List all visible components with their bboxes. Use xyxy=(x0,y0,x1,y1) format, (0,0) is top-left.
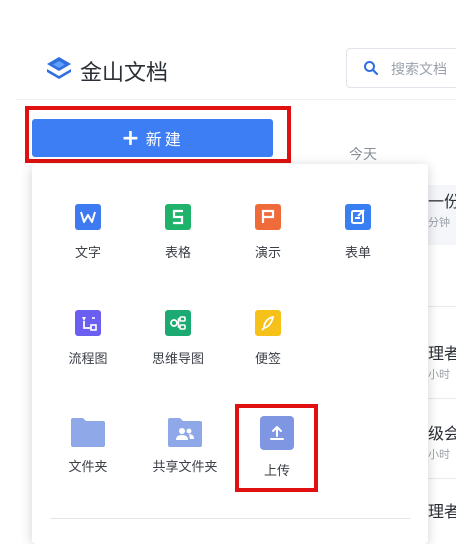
presentation-icon xyxy=(255,204,281,230)
search-placeholder: 搜索文档 xyxy=(391,62,447,78)
app-title[interactable]: 金山文档 xyxy=(80,55,168,87)
flowchart-icon xyxy=(75,310,101,336)
kingsoft-docs-logo-icon[interactable] xyxy=(44,54,74,84)
new-menu-item-presentation[interactable]: 演示 xyxy=(228,204,308,261)
new-menu-item-flowchart[interactable]: 流程图 xyxy=(48,310,128,367)
recent-row-title[interactable]: 一份 xyxy=(428,188,456,212)
new-menu-item-label: 流程图 xyxy=(68,352,108,367)
recent-row-title[interactable]: 级会 xyxy=(428,420,456,444)
mindmap-icon xyxy=(165,310,191,336)
recent-row-title[interactable]: 理者 xyxy=(428,498,456,522)
shared-folder-icon xyxy=(168,418,202,447)
form-icon xyxy=(345,204,371,230)
upload-highlight xyxy=(235,404,318,492)
new-menu-item-shared-folder[interactable]: 共享文件夹 xyxy=(145,416,225,475)
new-menu-item-label: 共享文件夹 xyxy=(152,460,218,475)
menu-divider xyxy=(50,518,410,519)
search-input[interactable]: 搜索文档 xyxy=(346,48,456,88)
top-header: 金山文档 搜索文档 xyxy=(0,0,456,100)
folder-icon xyxy=(71,418,105,447)
word-doc-icon xyxy=(75,204,101,230)
new-menu-item-note[interactable]: 便签 xyxy=(228,310,308,367)
header-divider xyxy=(16,99,456,100)
new-menu-item-label: 文件夹 xyxy=(68,460,108,475)
new-menu-item-spreadsheet[interactable]: 表格 xyxy=(138,204,218,261)
recent-row-time: 分钟 xyxy=(428,216,450,229)
new-menu-item-folder[interactable]: 文件夹 xyxy=(48,416,128,475)
new-menu-dropdown: 文字 表格 演示 表单 流程图 思维导图 便签 文件夹 共享文件夹 上传 xyxy=(32,164,428,544)
new-menu-item-label: 表格 xyxy=(164,246,191,261)
new-menu-item-mindmap[interactable]: 思维导图 xyxy=(138,310,218,367)
new-menu-item-label: 演示 xyxy=(254,246,281,261)
recent-row-time: 小时 xyxy=(428,368,450,381)
section-today-label: 今天 xyxy=(349,147,377,163)
new-menu-item-label: 便签 xyxy=(254,352,281,367)
recent-row-title[interactable]: 理者 xyxy=(428,340,456,364)
new-menu-item-text-doc[interactable]: 文字 xyxy=(48,204,128,261)
recent-row-time: 小时 xyxy=(428,448,450,461)
new-menu-item-label: 表单 xyxy=(344,246,371,261)
note-icon xyxy=(255,310,281,336)
new-button-highlight xyxy=(25,106,291,163)
new-menu-item-label: 文字 xyxy=(74,246,101,261)
new-menu-item-form[interactable]: 表单 xyxy=(318,204,398,261)
search-icon xyxy=(364,61,379,76)
new-menu-item-label: 思维导图 xyxy=(151,352,204,367)
spreadsheet-icon xyxy=(165,204,191,230)
